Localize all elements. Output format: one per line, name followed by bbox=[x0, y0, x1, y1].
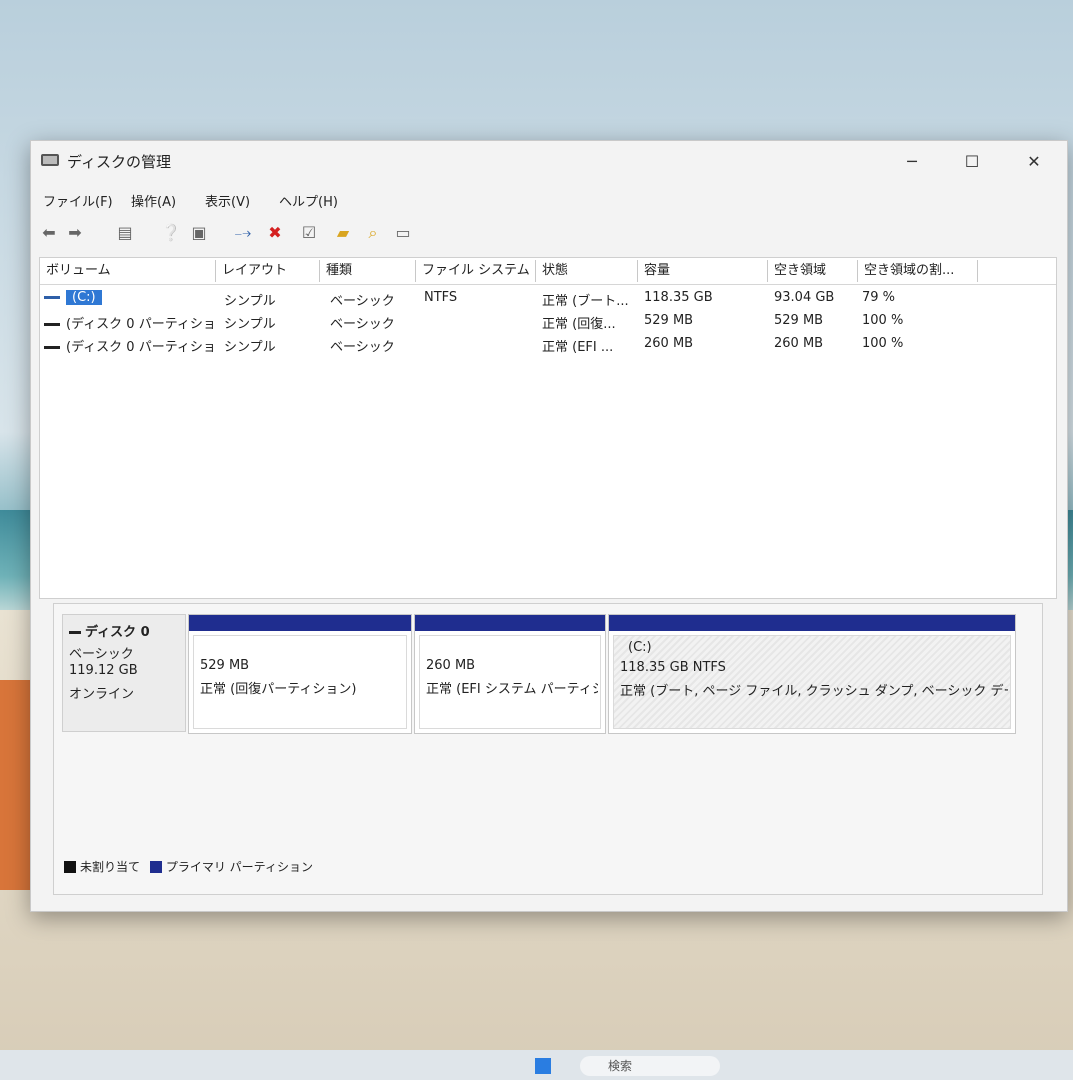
volume-capacity: 260 MB bbox=[644, 336, 694, 351]
volume-icon bbox=[44, 323, 60, 326]
maximize-button[interactable]: ☐ bbox=[957, 149, 987, 175]
partition-header bbox=[189, 615, 411, 631]
volume-layout: シンプル bbox=[224, 340, 276, 355]
menu-bar: ファイル(F) 操作(A) 表示(V) ヘルプ(H) bbox=[31, 189, 1067, 213]
toolbar: ⬅ ➡ ▤ ❔ ▣ ⤍ ✖ ☑ ▰ ⌕ ▭ bbox=[37, 221, 537, 249]
taskbar: 検索 bbox=[0, 1050, 1073, 1080]
volume-name: (ディスク 0 パーティショ... bbox=[66, 317, 216, 332]
check-icon[interactable]: ☑ bbox=[299, 223, 319, 243]
disk-type: ベーシック bbox=[69, 647, 134, 662]
disk-management-icon bbox=[41, 154, 59, 166]
view-icon[interactable]: ▣ bbox=[189, 223, 209, 243]
volume-name: (ディスク 0 パーティショ... bbox=[66, 340, 216, 355]
volume-layout: シンプル bbox=[224, 294, 276, 309]
volume-layout: シンプル bbox=[224, 317, 276, 332]
volume-free-percent: 79 % bbox=[862, 290, 896, 305]
window-title: ディスクの管理 bbox=[67, 153, 171, 171]
partition-header bbox=[415, 615, 605, 631]
settings-icon[interactable]: ▭ bbox=[393, 223, 413, 243]
partition-header bbox=[609, 615, 1015, 631]
volume-capacity: 529 MB bbox=[644, 313, 694, 328]
table-row[interactable]: (C:) シンプル ベーシック NTFS 正常 (ブート... 118.35 G… bbox=[40, 288, 1056, 310]
partition-status: 正常 (ブート, ページ ファイル, クラッシュ ダンプ, ベーシック データ … bbox=[620, 684, 1008, 699]
help-icon[interactable]: ❔ bbox=[161, 223, 181, 243]
column-type[interactable]: 種類 bbox=[320, 260, 416, 282]
disk-size: 119.12 GB bbox=[69, 663, 138, 678]
partition-efi[interactable]: 260 MB 正常 (EFI システム パーティショ bbox=[414, 614, 606, 734]
volume-free: 260 MB bbox=[774, 336, 824, 351]
partition-size: 260 MB bbox=[426, 658, 476, 673]
back-arrow-icon[interactable]: ⬅ bbox=[39, 223, 59, 243]
menu-view[interactable]: 表示(V) bbox=[205, 191, 250, 210]
table-row[interactable]: (ディスク 0 パーティショ... シンプル ベーシック 正常 (回復... 5… bbox=[40, 311, 1056, 333]
partition-status: 正常 (EFI システム パーティショ bbox=[426, 682, 598, 697]
volume-type: ベーシック bbox=[330, 317, 395, 332]
column-status[interactable]: 状態 bbox=[536, 260, 638, 282]
volume-free-percent: 100 % bbox=[862, 313, 904, 328]
disk-map-panel: ディスク 0 ベーシック 119.12 GB オンライン 529 MB 正常 (… bbox=[53, 603, 1043, 895]
volume-free: 529 MB bbox=[774, 313, 824, 328]
start-icon[interactable] bbox=[535, 1058, 551, 1074]
legend-primary: プライマリ パーティション bbox=[165, 860, 313, 874]
volume-icon bbox=[44, 296, 60, 299]
column-volume[interactable]: ボリューム bbox=[40, 260, 216, 282]
taskbar-search[interactable]: 検索 bbox=[580, 1056, 720, 1076]
partition-size: 529 MB bbox=[200, 658, 250, 673]
search-icon[interactable]: ⌕ bbox=[363, 223, 383, 243]
volume-list-header: ボリューム レイアウト 種類 ファイル システム 状態 容量 空き領域 空き領域… bbox=[40, 258, 1056, 285]
close-button[interactable]: ✕ bbox=[1019, 149, 1049, 175]
partition-size: 118.35 GB NTFS bbox=[620, 660, 726, 675]
column-layout[interactable]: レイアウト bbox=[216, 260, 320, 282]
volume-free-percent: 100 % bbox=[862, 336, 904, 351]
disk-management-window: ディスクの管理 ─ ☐ ✕ ファイル(F) 操作(A) 表示(V) ヘルプ(H)… bbox=[30, 140, 1068, 912]
delete-icon[interactable]: ✖ bbox=[265, 223, 285, 243]
volume-filesystem: NTFS bbox=[424, 290, 458, 305]
partition-recovery[interactable]: 529 MB 正常 (回復パーティション) bbox=[188, 614, 412, 734]
volume-status: 正常 (ブート... bbox=[542, 294, 629, 309]
taskbar-search-label: 検索 bbox=[608, 1059, 633, 1073]
disk-name: ディスク 0 bbox=[85, 625, 150, 640]
disk-icon bbox=[69, 631, 81, 634]
table-row[interactable]: (ディスク 0 パーティショ... シンプル ベーシック 正常 (EFI ...… bbox=[40, 334, 1056, 356]
primary-swatch bbox=[149, 861, 162, 873]
volume-status: 正常 (回復... bbox=[542, 317, 616, 332]
volume-status: 正常 (EFI ... bbox=[542, 340, 614, 355]
volume-icon bbox=[44, 346, 60, 349]
volume-list: ボリューム レイアウト 種類 ファイル システム 状態 容量 空き領域 空き領域… bbox=[39, 257, 1057, 599]
legend: 未割り当て プライマリ パーティション bbox=[64, 858, 313, 875]
forward-arrow-icon[interactable]: ➡ bbox=[65, 223, 85, 243]
partition-status: 正常 (回復パーティション) bbox=[200, 682, 357, 697]
volume-type: ベーシック bbox=[330, 340, 395, 355]
volume-free: 93.04 GB bbox=[774, 290, 835, 305]
menu-action[interactable]: 操作(A) bbox=[131, 191, 176, 210]
disk-state: オンライン bbox=[69, 687, 135, 702]
minimize-button[interactable]: ─ bbox=[897, 149, 927, 175]
menu-help[interactable]: ヘルプ(H) bbox=[279, 191, 338, 210]
connect-icon[interactable]: ⤍ bbox=[233, 223, 253, 243]
partition-label: (C:) bbox=[628, 640, 652, 655]
volume-name: (C:) bbox=[66, 290, 102, 305]
legend-unallocated: 未割り当て bbox=[80, 860, 141, 874]
column-free-space[interactable]: 空き領域 bbox=[768, 260, 858, 282]
column-free-percent[interactable]: 空き領域の割... bbox=[858, 260, 978, 282]
folder-up-icon[interactable]: ▰ bbox=[333, 223, 353, 243]
column-filesystem[interactable]: ファイル システム bbox=[416, 260, 536, 282]
column-capacity[interactable]: 容量 bbox=[638, 260, 768, 282]
properties-icon[interactable]: ▤ bbox=[115, 223, 135, 243]
disk-info[interactable]: ディスク 0 ベーシック 119.12 GB オンライン bbox=[62, 614, 186, 732]
title-bar[interactable]: ディスクの管理 ─ ☐ ✕ bbox=[31, 141, 1067, 181]
partition-c[interactable]: (C:) 118.35 GB NTFS 正常 (ブート, ページ ファイル, ク… bbox=[608, 614, 1016, 734]
volume-capacity: 118.35 GB bbox=[644, 290, 713, 305]
menu-file[interactable]: ファイル(F) bbox=[43, 191, 113, 210]
unallocated-swatch bbox=[64, 861, 76, 873]
volume-type: ベーシック bbox=[330, 294, 395, 309]
